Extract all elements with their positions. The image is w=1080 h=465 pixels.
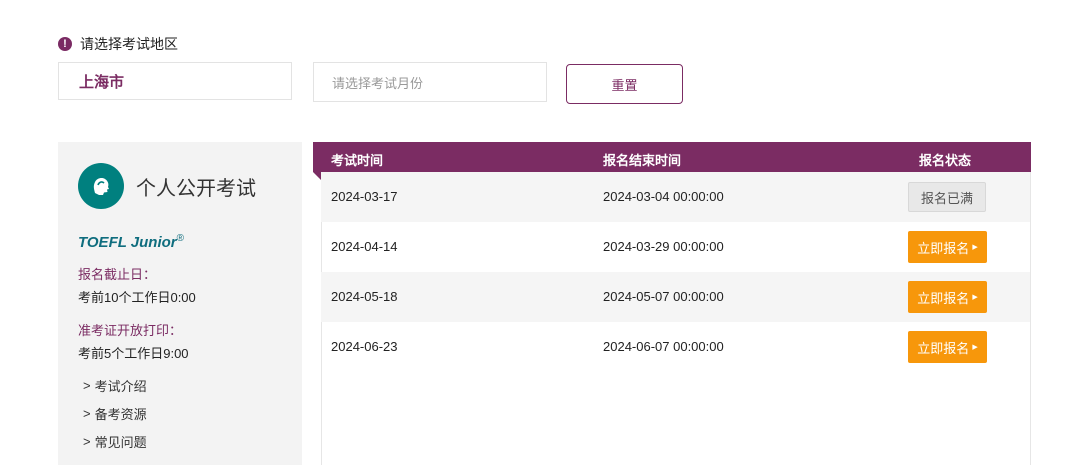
register-now-button[interactable]: 立即报名 ▶ xyxy=(908,331,987,363)
caret-right-icon: ▶ xyxy=(972,344,978,351)
city-select[interactable]: 上海市 xyxy=(58,62,292,100)
register-now-label: 立即报名 xyxy=(917,240,970,256)
head-profile-icon xyxy=(78,163,124,209)
deadline-label: 报名截止日： xyxy=(78,267,157,282)
table-row: 2024-06-23 2024-06-07 00:00:00 立即报名 ▶ xyxy=(321,322,1030,372)
registration-end: 2024-03-29 00:00:00 xyxy=(603,239,724,254)
month-select[interactable]: 请选择考试月份 xyxy=(313,62,547,102)
alert-icon: ! xyxy=(58,37,72,51)
exam-date: 2024-05-18 xyxy=(331,289,398,304)
admission-label: 准考证开放打印： xyxy=(78,323,183,338)
register-now-label: 立即报名 xyxy=(917,340,970,356)
admission-value: 考前5个工作日9:00 xyxy=(78,346,189,361)
exam-name: TOEFL Junior® xyxy=(78,233,184,251)
exam-date: 2024-06-23 xyxy=(331,339,398,354)
exam-date: 2024-04-14 xyxy=(331,239,398,254)
link-prep-resources[interactable]: > 备考资源 xyxy=(83,404,147,423)
register-now-button[interactable]: 立即报名 ▶ xyxy=(908,231,987,263)
table-row: 2024-05-18 2024-05-07 00:00:00 立即报名 ▶ xyxy=(321,272,1030,322)
header-exam-date: 考试时间 xyxy=(331,153,384,168)
trademark-mark: ® xyxy=(176,233,184,244)
link-faq[interactable]: > 常见问题 xyxy=(83,432,147,451)
exam-type-title: 个人公开考试 xyxy=(136,178,256,200)
chevron-right-icon: > xyxy=(83,406,91,421)
registration-end: 2024-03-04 00:00:00 xyxy=(603,189,724,204)
chevron-right-icon: > xyxy=(83,378,91,393)
link-prep-resources-label: 备考资源 xyxy=(94,407,147,422)
exam-date: 2024-03-17 xyxy=(331,189,398,204)
region-title: ! 请选择考试地区 xyxy=(58,34,178,54)
status-badge-full: 报名已满 xyxy=(908,182,986,212)
deadline-value: 考前10个工作日0:00 xyxy=(78,290,196,305)
caret-right-icon: ▶ xyxy=(972,294,978,301)
caret-right-icon: ▶ xyxy=(972,244,978,251)
link-faq-label: 常见问题 xyxy=(94,435,147,450)
registration-end: 2024-05-07 00:00:00 xyxy=(603,289,724,304)
table-header: 考试时间 报名结束时间 报名状态 xyxy=(313,142,1031,172)
link-exam-intro-label: 考试介绍 xyxy=(94,379,147,394)
register-now-button[interactable]: 立即报名 ▶ xyxy=(908,281,987,313)
table-row: 2024-04-14 2024-03-29 00:00:00 立即报名 ▶ xyxy=(321,222,1030,272)
region-title-text: 请选择考试地区 xyxy=(80,36,178,52)
chevron-right-icon: > xyxy=(83,434,91,449)
registration-end: 2024-06-07 00:00:00 xyxy=(603,339,724,354)
header-notch xyxy=(313,172,321,180)
exam-name-text: TOEFL Junior xyxy=(78,234,177,251)
register-now-label: 立即报名 xyxy=(917,290,970,306)
table-row: 2024-03-17 2024-03-04 00:00:00 报名已满 xyxy=(321,172,1030,222)
header-registration-end: 报名结束时间 xyxy=(603,153,682,168)
reset-button[interactable]: 重置 xyxy=(566,64,683,104)
link-exam-intro[interactable]: > 考试介绍 xyxy=(83,376,147,395)
header-registration-status: 报名状态 xyxy=(919,153,972,168)
